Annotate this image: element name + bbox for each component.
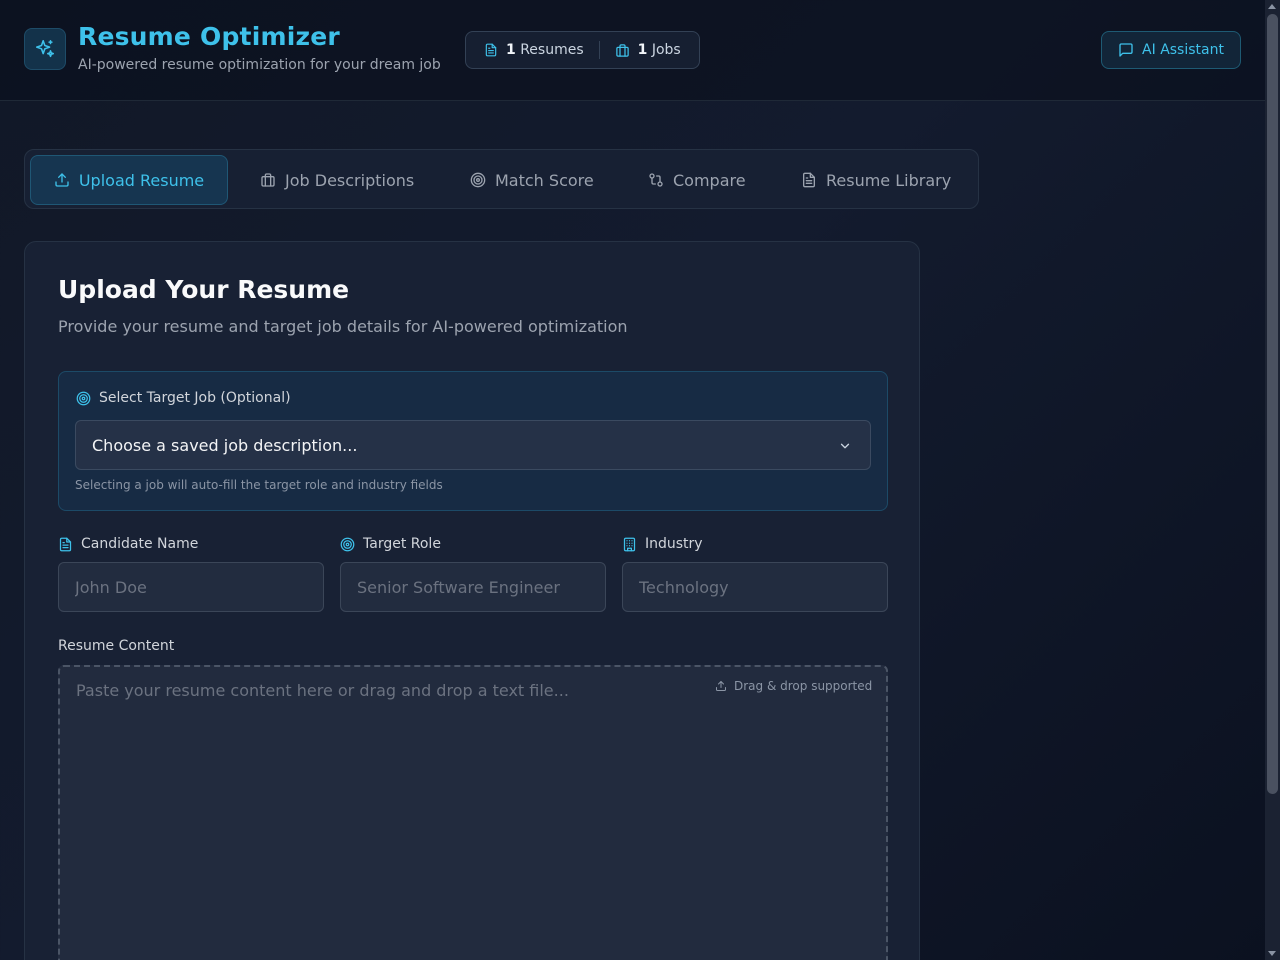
tab-job-descriptions[interactable]: Job Descriptions: [260, 155, 414, 205]
target-job-selected: Choose a saved job description...: [92, 435, 358, 455]
upload-resume-card: Upload Your Resume Provide your resume a…: [24, 241, 920, 960]
target-role-label-text: Target Role: [363, 536, 441, 552]
tab-upload-resume[interactable]: Upload Resume: [30, 155, 228, 205]
tab-label: Job Descriptions: [285, 170, 415, 190]
page-scrollbar[interactable]: [1265, 0, 1280, 960]
scroll-down-arrow-icon[interactable]: [1268, 951, 1276, 956]
tab-match-score[interactable]: Match Score: [470, 155, 594, 205]
app-logo: [24, 28, 66, 70]
upload-icon: [715, 680, 727, 692]
target-job-help: Selecting a job will auto-fill the targe…: [75, 478, 443, 492]
app-title: Resume Optimizer: [78, 22, 340, 51]
stats-divider: [598, 41, 600, 59]
compare-icon: [648, 172, 664, 188]
target-job-label-text: Select Target Job (Optional): [99, 390, 291, 406]
target-job-panel: Select Target Job (Optional) Choose a sa…: [58, 371, 888, 511]
file-text-icon: [58, 537, 73, 552]
resume-content-label: Resume Content: [58, 638, 175, 654]
ai-assistant-label: AI Assistant: [1142, 42, 1224, 58]
target-icon: [340, 537, 355, 552]
industry-label: Industry: [622, 536, 703, 552]
app-header: Resume Optimizer AI-powered resume optim…: [0, 0, 1265, 101]
tab-label: Match Score: [495, 170, 594, 190]
resumes-stat: 1 Resumes: [484, 42, 584, 58]
upload-icon: [54, 172, 70, 188]
file-icon: [801, 172, 817, 188]
resumes-label: Resumes: [520, 42, 584, 58]
ai-assistant-button[interactable]: AI Assistant: [1101, 31, 1241, 69]
chevron-down-icon: [838, 439, 852, 453]
sparkles-icon: [34, 38, 56, 60]
industry-label-text: Industry: [645, 536, 703, 552]
tab-compare[interactable]: Compare: [648, 155, 746, 205]
scrollbar-thumb[interactable]: [1267, 14, 1278, 794]
drag-drop-hint: Drag & drop supported: [715, 679, 872, 693]
candidate-name-label-text: Candidate Name: [81, 536, 199, 552]
main-tabs: Upload Resume Job Descriptions Match Sco…: [24, 149, 979, 209]
app-subtitle: AI-powered resume optimization for your …: [78, 57, 441, 73]
resumes-count: 1: [506, 42, 516, 58]
scroll-up-arrow-icon[interactable]: [1268, 4, 1276, 9]
target-role-label: Target Role: [340, 536, 441, 552]
tab-resume-library[interactable]: Resume Library: [801, 155, 951, 205]
target-job-label: Select Target Job (Optional): [76, 390, 291, 406]
drag-drop-hint-text: Drag & drop supported: [734, 679, 873, 693]
target-icon: [470, 172, 486, 188]
tab-label: Resume Library: [826, 170, 952, 190]
jobs-count: 1: [637, 42, 648, 58]
jobs-label: Jobs: [651, 42, 681, 58]
jobs-stat: 1 Jobs: [615, 42, 681, 58]
stats-summary: 1 Resumes 1 Jobs: [465, 31, 700, 69]
target-icon: [76, 391, 91, 406]
briefcase-icon: [260, 172, 276, 188]
page-subtitle: Provide your resume and target job detai…: [58, 317, 628, 336]
industry-input[interactable]: [622, 562, 888, 612]
message-square-icon: [1118, 42, 1134, 58]
tab-label: Compare: [673, 170, 746, 190]
candidate-name-label: Candidate Name: [58, 536, 198, 552]
page-title: Upload Your Resume: [58, 275, 350, 304]
file-text-icon: [484, 43, 498, 57]
target-role-input[interactable]: [340, 562, 606, 612]
resume-content-textarea[interactable]: [58, 665, 888, 960]
building-icon: [622, 537, 637, 552]
tab-label: Upload Resume: [78, 170, 205, 190]
briefcase-icon: [615, 43, 630, 58]
target-job-select[interactable]: Choose a saved job description...: [75, 420, 871, 470]
candidate-name-input[interactable]: [58, 562, 324, 612]
